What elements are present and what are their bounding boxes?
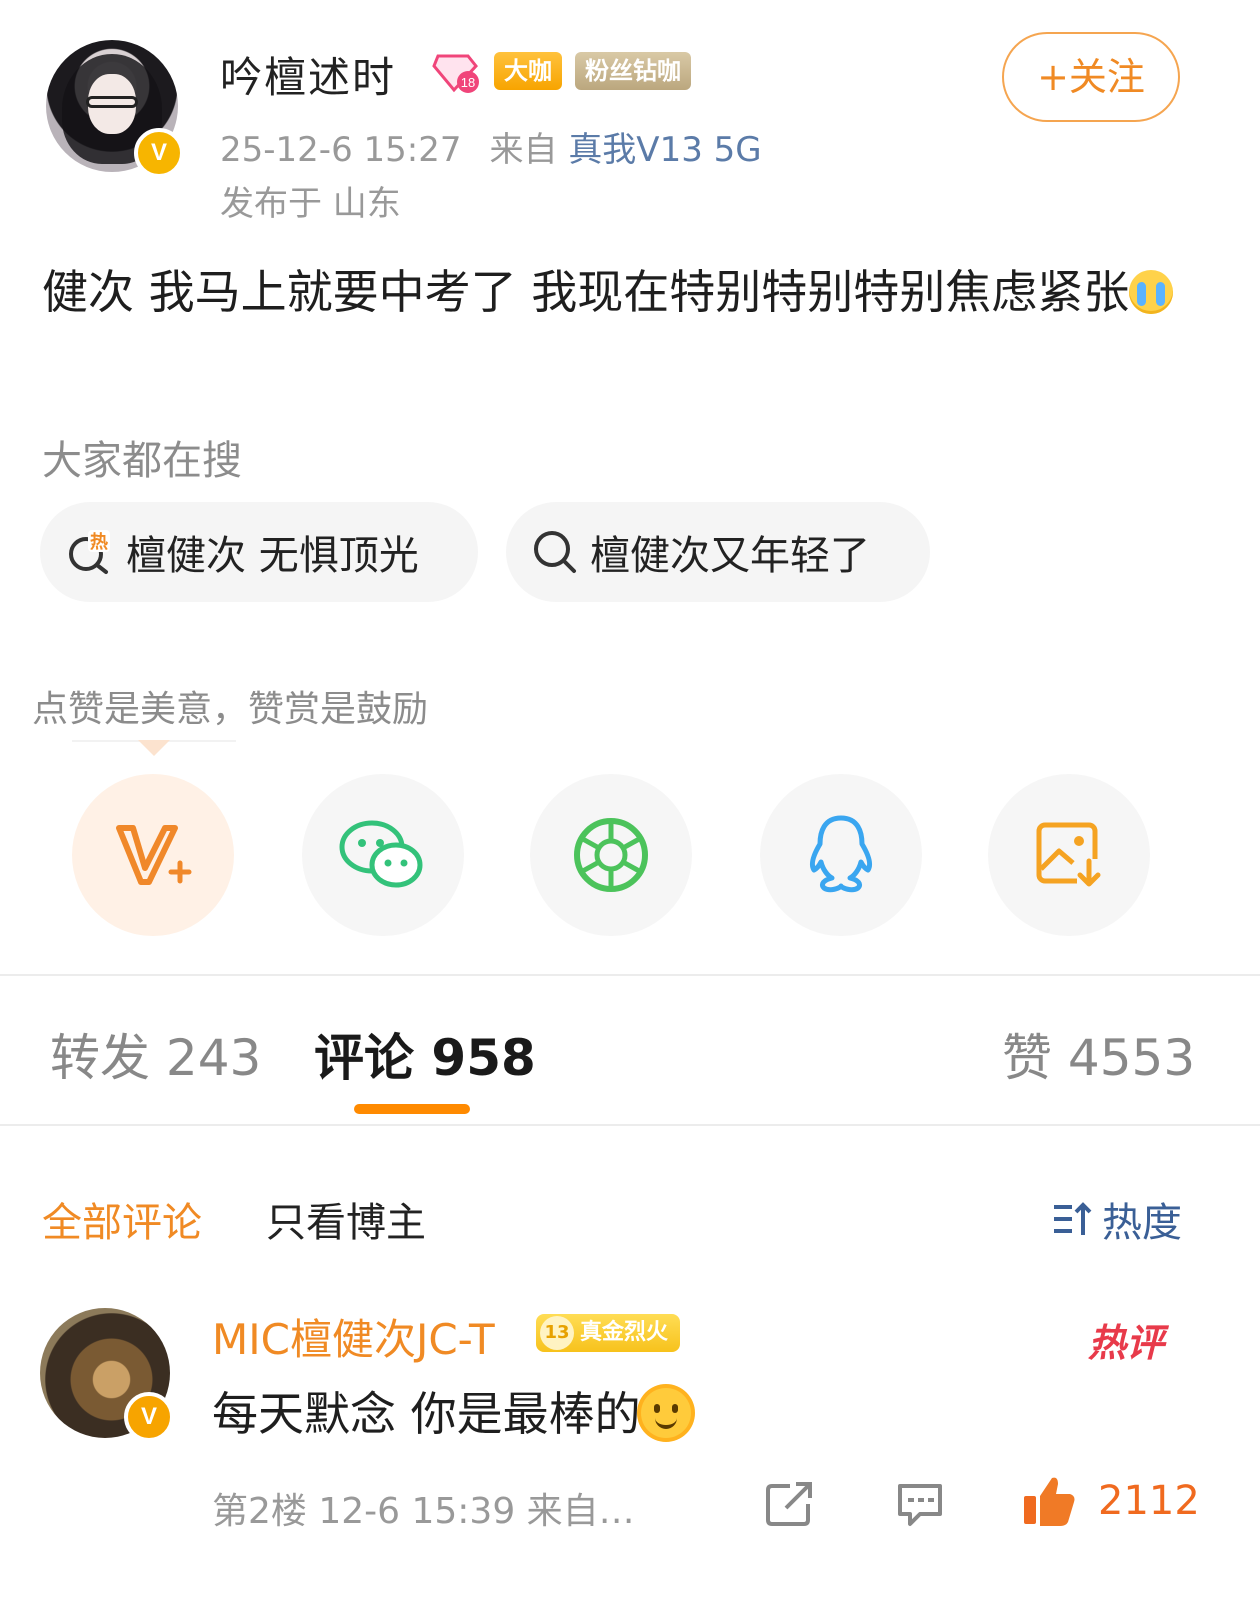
sort-icon [1054, 1202, 1092, 1235]
follow-button[interactable]: +关注 [1002, 32, 1180, 122]
fans-diamond-tag: 粉丝钻咖 [575, 52, 691, 90]
smile-face-icon [640, 1388, 691, 1438]
share-moments-button[interactable] [530, 774, 692, 936]
active-tab-indicator [354, 1104, 470, 1114]
reward-pointer [138, 740, 170, 756]
author-name[interactable]: 吟檀述时 [220, 44, 396, 105]
search-icon [534, 531, 576, 573]
svg-text:18: 18 [461, 75, 475, 90]
crying-face-icon [1129, 270, 1174, 314]
comment-meta: 第2楼 12-6 15:39 来自… [212, 1491, 635, 1532]
tab-reposts[interactable]: 转发 243 [50, 1018, 261, 1090]
post-text: 健次 我马上就要中考了 我现在特别特别特别焦虑紧张 [42, 265, 1130, 319]
chip-label: 檀健次 无惧顶光 [126, 533, 419, 579]
search-hint: 大家都在搜 [42, 438, 242, 484]
share-qq-button[interactable] [760, 774, 922, 936]
ip-location: 发布于 山东 [220, 184, 401, 224]
verified-badge-icon: V [134, 128, 184, 178]
hot-search-chip[interactable]: 热 檀健次 无惧顶光 [40, 502, 478, 602]
filter-owner-only[interactable]: 只看博主 [266, 1190, 426, 1248]
search-chip[interactable]: 檀健次又年轻了 [506, 502, 930, 602]
post-meta: 25-12-6 15:27 来自 真我V13 5G [220, 122, 762, 171]
share-wechat-button[interactable] [302, 774, 464, 936]
hot-search-icon: 热 [69, 530, 110, 574]
svg-text:热: 热 [90, 531, 108, 553]
fan-level-number: 13 [540, 1316, 574, 1350]
commenter-name[interactable]: MIC檀健次JC-T [212, 1306, 495, 1367]
diamond-level-icon: 18 [432, 54, 479, 93]
tabs-divider [0, 1124, 1260, 1126]
moments-icon [574, 818, 648, 892]
repost-icon[interactable] [764, 1480, 816, 1528]
like-count[interactable]: 2112 [1098, 1478, 1200, 1524]
like-thumb-icon[interactable] [1020, 1474, 1078, 1528]
save-image-icon [1036, 822, 1103, 889]
v-plus-icon [116, 825, 192, 885]
v-plus-button[interactable] [72, 774, 234, 936]
reply-icon[interactable] [894, 1480, 946, 1528]
fan-level-badge: 13 真金烈火 [536, 1314, 681, 1352]
device-link[interactable]: 真我V13 5G [568, 130, 761, 170]
filter-all-comments[interactable]: 全部评论 [42, 1190, 202, 1248]
comment-text: 每天默念 你是最棒的 [212, 1387, 641, 1441]
reward-hint: 点赞是美意，赞赏是鼓励 [32, 689, 429, 730]
qq-icon [809, 815, 873, 893]
comment-content: 每天默念 你是最棒的 [212, 1378, 691, 1444]
fan-level-title: 真金烈火 [580, 1320, 669, 1345]
chip-label: 檀健次又年轻了 [590, 533, 870, 579]
tab-comments[interactable]: 评论 958 [314, 1018, 536, 1090]
from-label: 来自 [489, 130, 558, 170]
post-time: 25-12-6 15:27 [220, 130, 462, 170]
wechat-icon [339, 820, 423, 888]
daka-tag: 大咖 [494, 52, 562, 90]
hot-comment-tag: 热评 [1088, 1321, 1165, 1365]
commenter-verified-icon: V [124, 1392, 174, 1442]
sort-by-hot-button[interactable]: 热度 [1052, 1190, 1182, 1248]
save-image-button[interactable] [988, 774, 1150, 936]
section-divider [0, 974, 1260, 976]
sort-label: 热度 [1102, 1200, 1182, 1246]
post-content: 健次 我马上就要中考了 我现在特别特别特别焦虑紧张 [42, 258, 1212, 326]
tab-likes[interactable]: 赞 4553 [1002, 1018, 1195, 1090]
